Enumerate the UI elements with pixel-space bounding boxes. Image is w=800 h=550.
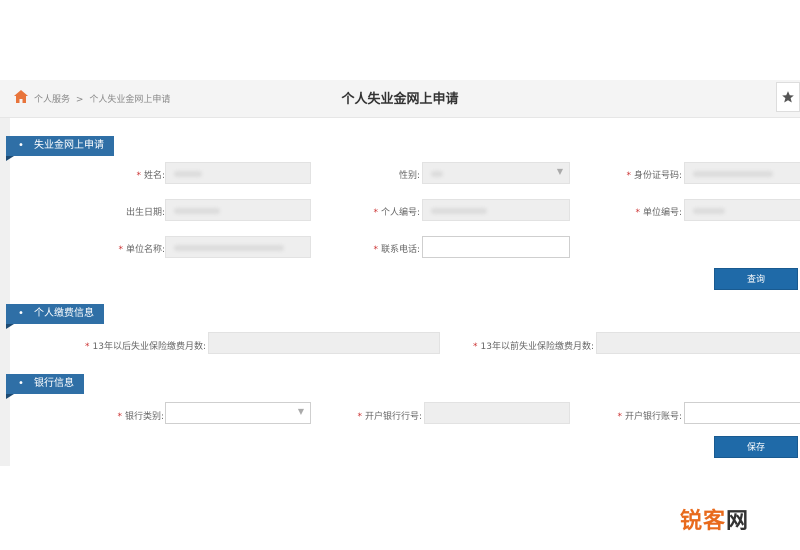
chevron-down-icon: ▼ (297, 407, 304, 416)
header-bar: 个人服务 > 个人失业金网上申请 个人失业金网上申请 (0, 80, 800, 118)
unit-number-field[interactable] (684, 199, 800, 221)
favorite-button[interactable] (776, 82, 800, 112)
section-tab-bank: 银行信息 (6, 374, 84, 399)
phone-input[interactable] (422, 236, 570, 258)
section-tab-payment: 个人缴费信息 (6, 304, 104, 329)
birth-date-label: 出生日期: (125, 208, 165, 218)
star-icon (782, 91, 794, 103)
page-title: 个人失业金网上申请 (341, 92, 459, 107)
section-tab-application: 失业金网上申请 (6, 136, 114, 161)
id-number-field[interactable] (684, 162, 800, 184)
page: 个人服务 > 个人失业金网上申请 个人失业金网上申请 失业金网上申请 *姓名: … (0, 0, 800, 550)
bank-branch-field[interactable] (424, 402, 570, 424)
watermark-logo: 锐客网 (680, 509, 750, 534)
phone-label: * 联系电话: (373, 245, 420, 255)
name-label: * 姓名: (136, 171, 165, 181)
save-button[interactable]: 保存 (714, 436, 798, 458)
before-2013-months-field[interactable] (596, 332, 800, 354)
after-2013-months-label: * 13年以后失业保险缴费月数: (85, 342, 206, 352)
bank-type-select[interactable]: ▼ (165, 402, 311, 424)
unit-number-label: * 单位编号: (635, 208, 682, 218)
gender-select[interactable]: ▼ (422, 162, 570, 184)
id-number-label: * 身份证号码: (626, 171, 682, 181)
bank-account-label: * 开户银行账号: (617, 412, 682, 422)
bank-type-label: * 银行类别: (117, 412, 164, 422)
bank-branch-label: * 开户银行行号: (357, 412, 422, 422)
name-field[interactable] (165, 162, 311, 184)
birth-date-field[interactable] (165, 199, 311, 221)
query-button[interactable]: 查询 (714, 268, 798, 290)
gender-label: 性别: (398, 171, 420, 181)
chevron-down-icon: ▼ (556, 167, 563, 176)
unit-name-field[interactable] (165, 236, 311, 258)
form-area: 失业金网上申请 *姓名: 性别: ▼ *身份证号码: 出生日期: *个人编号: … (0, 118, 800, 466)
personal-number-label: * 个人编号: (373, 208, 420, 218)
personal-number-field[interactable] (422, 199, 570, 221)
after-2013-months-field[interactable] (208, 332, 440, 354)
bank-account-input[interactable] (684, 402, 800, 424)
unit-name-label: * 单位名称: (118, 245, 165, 255)
before-2013-months-label: * 13年以前失业保险缴费月数: (473, 342, 594, 352)
